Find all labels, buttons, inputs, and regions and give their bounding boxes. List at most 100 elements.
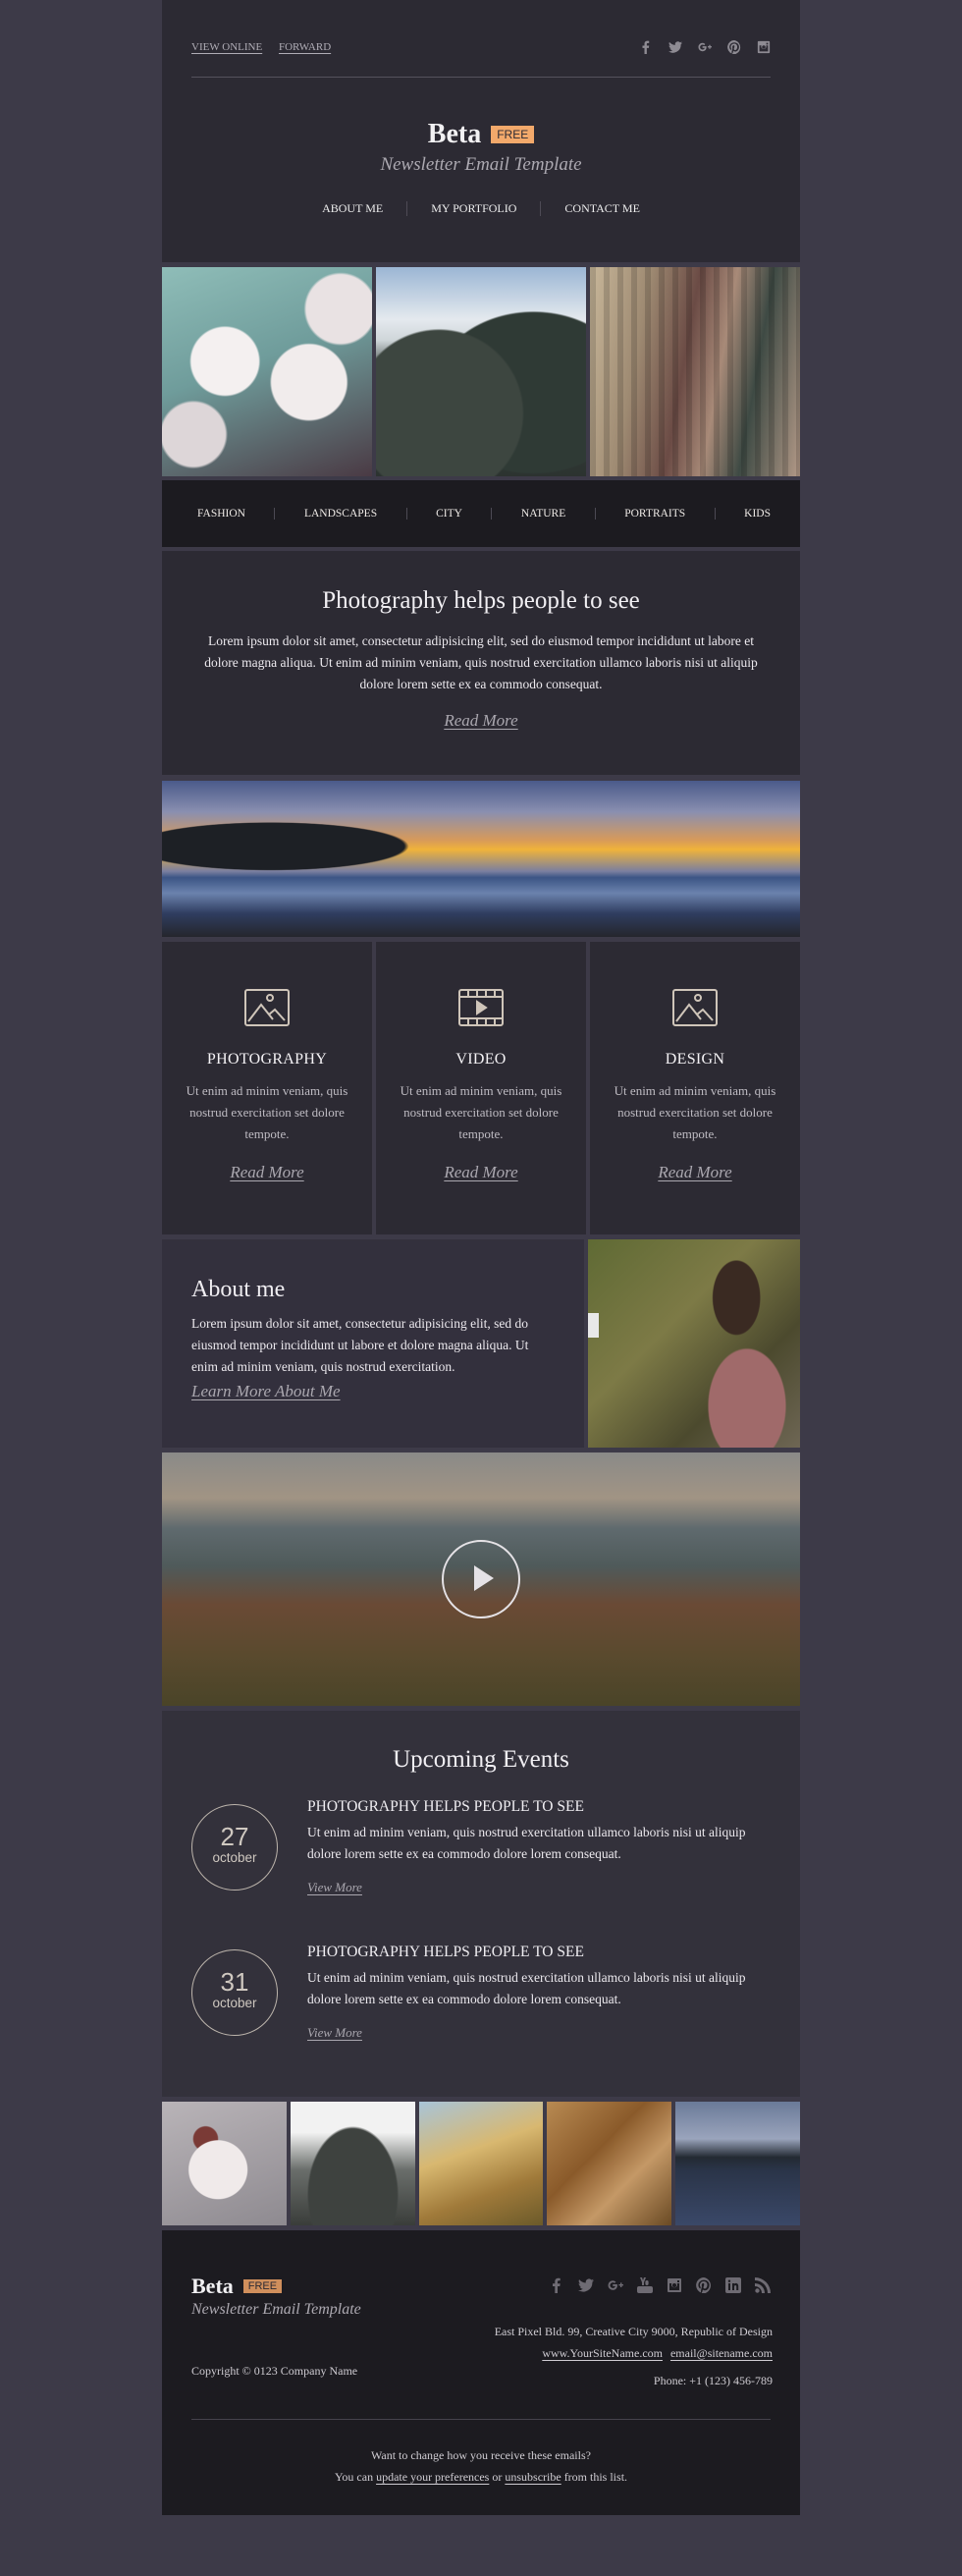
forward-link[interactable]: FORWARD bbox=[279, 41, 331, 53]
video-thumbnail[interactable] bbox=[162, 1452, 800, 1706]
unsubscribe-notice: Want to change how you receive these ema… bbox=[162, 2444, 800, 2488]
hero-gallery bbox=[162, 267, 800, 476]
phone: Phone: +1 (123) 456-789 bbox=[653, 2374, 773, 2387]
event-month: october bbox=[212, 1996, 257, 2010]
footer-social bbox=[549, 2277, 771, 2294]
event-day: 31 bbox=[220, 1967, 249, 1997]
service-title: PHOTOGRAPHY bbox=[206, 1051, 328, 1068]
service-read-more-link[interactable]: Read More bbox=[658, 1163, 731, 1182]
intro-body: Lorem ipsum dolor sit amet, consectetur … bbox=[204, 633, 758, 691]
contact-info: East Pixel Bld. 99, Creative City 9000, … bbox=[495, 2321, 773, 2391]
video-icon bbox=[457, 988, 505, 1027]
category-kids[interactable]: KIDS bbox=[744, 508, 771, 520]
service-body: Ut enim ad minim veniam, quis nostrud ex… bbox=[400, 1083, 562, 1141]
instagram-icon[interactable] bbox=[667, 2277, 682, 2293]
brand: Beta FREE Newsletter Email Template bbox=[162, 78, 800, 176]
website-link[interactable]: www.YourSiteName.com bbox=[542, 2346, 663, 2360]
divider bbox=[594, 508, 596, 520]
learn-more-link[interactable]: Learn More About Me bbox=[191, 1382, 341, 1401]
service-body: Ut enim ad minim veniam, quis nostrud ex… bbox=[614, 1083, 776, 1141]
nav-about-me[interactable]: ABOUT ME bbox=[298, 201, 408, 216]
about-photo bbox=[588, 1239, 800, 1448]
gallery-image-flowers[interactable] bbox=[418, 2102, 544, 2225]
unsubscribe-link[interactable]: unsubscribe bbox=[505, 2470, 561, 2484]
event-title: PHOTOGRAPHY HELPS PEOPLE TO SEE bbox=[307, 1798, 584, 1815]
category-landscapes[interactable]: LANDSCAPES bbox=[304, 508, 377, 520]
about-section: About me Lorem ipsum dolor sit amet, con… bbox=[162, 1239, 800, 1448]
play-button[interactable] bbox=[442, 1540, 520, 1618]
twitter-icon[interactable] bbox=[578, 2277, 594, 2293]
footer: Beta FREE Newsletter Email Template Copy… bbox=[162, 2230, 800, 2515]
footer-tagline: Newsletter Email Template bbox=[191, 2301, 361, 2318]
service-read-more-link[interactable]: Read More bbox=[230, 1163, 303, 1182]
free-badge: FREE bbox=[491, 126, 535, 143]
about-body: Lorem ipsum dolor sit amet, consectetur … bbox=[191, 1316, 529, 1374]
event-month: october bbox=[212, 1850, 257, 1865]
pinterest-icon[interactable] bbox=[727, 40, 741, 55]
events-title: Upcoming Events bbox=[393, 1746, 569, 1773]
event-item: 27 october PHOTOGRAPHY HELPS PEOPLE TO S… bbox=[191, 1798, 771, 1950]
unsub-text: or bbox=[492, 2470, 503, 2484]
hero-image-city[interactable] bbox=[590, 267, 800, 476]
divider bbox=[714, 508, 716, 520]
pinterest-icon[interactable] bbox=[696, 2277, 712, 2294]
facebook-icon[interactable] bbox=[639, 40, 653, 54]
view-online-link[interactable]: VIEW ONLINE bbox=[191, 41, 262, 53]
header-social bbox=[639, 40, 771, 55]
youtube-icon[interactable] bbox=[637, 2277, 653, 2293]
service-photography: PHOTOGRAPHY Ut enim ad minim veniam, qui… bbox=[162, 942, 372, 1234]
brand-name: Beta bbox=[427, 119, 482, 149]
nav-contact-me[interactable]: CONTACT ME bbox=[541, 201, 664, 216]
google-plus-icon[interactable] bbox=[608, 2277, 623, 2293]
service-video: VIDEO Ut enim ad minim veniam, quis nost… bbox=[376, 942, 586, 1234]
event-body: Ut enim ad minim veniam, quis nostrud ex… bbox=[307, 1825, 746, 1861]
divider bbox=[274, 508, 276, 520]
header: VIEW ONLINE FORWARD Beta FREE Newsletter… bbox=[162, 0, 800, 262]
hero-image-trees[interactable] bbox=[376, 267, 586, 476]
image-icon bbox=[671, 988, 719, 1027]
unsubscribe-question: Want to change how you receive these ema… bbox=[371, 2448, 591, 2462]
event-date: 31 october bbox=[191, 1949, 278, 2036]
event-view-more-link[interactable]: View More bbox=[307, 1880, 362, 1894]
google-plus-icon[interactable] bbox=[698, 40, 712, 54]
facebook-icon[interactable] bbox=[549, 2277, 564, 2293]
category-nature[interactable]: NATURE bbox=[521, 508, 565, 520]
divider bbox=[191, 2419, 771, 2420]
category-nav: FASHION LANDSCAPES CITY NATURE PORTRAITS… bbox=[162, 480, 800, 547]
instagram-icon[interactable] bbox=[757, 40, 771, 54]
linkedin-icon[interactable] bbox=[725, 2277, 741, 2293]
copyright: Copyright © 0123 Company Name bbox=[191, 2364, 358, 2378]
event-view-more-link[interactable]: View More bbox=[307, 2025, 362, 2040]
gallery-image-blossom[interactable] bbox=[162, 2102, 287, 2225]
intro-read-more-link[interactable]: Read More bbox=[444, 711, 517, 731]
twitter-icon[interactable] bbox=[668, 40, 682, 54]
gallery-image-lake[interactable] bbox=[675, 2102, 800, 2225]
category-city[interactable]: CITY bbox=[436, 508, 462, 520]
event-item: 31 october PHOTOGRAPHY HELPS PEOPLE TO S… bbox=[191, 1944, 771, 2096]
event-date: 27 october bbox=[191, 1804, 278, 1891]
footer-free-badge: FREE bbox=[242, 2279, 283, 2293]
service-body: Ut enim ad minim veniam, quis nostrud ex… bbox=[186, 1083, 348, 1141]
address: East Pixel Bld. 99, Creative City 9000, … bbox=[494, 2325, 773, 2338]
email-link[interactable]: email@sitename.com bbox=[670, 2346, 773, 2360]
event-day: 27 bbox=[220, 1822, 249, 1851]
gallery-image-ferns[interactable] bbox=[547, 2102, 672, 2225]
divider bbox=[405, 508, 407, 520]
event-title: PHOTOGRAPHY HELPS PEOPLE TO SEE bbox=[307, 1944, 584, 1960]
event-body: Ut enim ad minim veniam, quis nostrud ex… bbox=[307, 1970, 746, 2006]
hero-image-blossoms[interactable] bbox=[162, 267, 372, 476]
service-read-more-link[interactable]: Read More bbox=[444, 1163, 517, 1182]
unsub-text: from this list. bbox=[563, 2470, 628, 2484]
gallery-image-trees[interactable] bbox=[290, 2102, 415, 2225]
category-fashion[interactable]: FASHION bbox=[197, 508, 245, 520]
rss-icon[interactable] bbox=[755, 2277, 771, 2293]
category-portraits[interactable]: PORTRAITS bbox=[624, 508, 685, 520]
service-title: VIDEO bbox=[455, 1051, 507, 1068]
about-title: About me bbox=[191, 1277, 286, 1302]
footer-brand-name: Beta bbox=[191, 2274, 234, 2298]
newsletter: VIEW ONLINE FORWARD Beta FREE Newsletter… bbox=[162, 0, 800, 2515]
intro-section: Photography helps people to see Lorem ip… bbox=[162, 551, 800, 775]
update-preferences-link[interactable]: update your preferences bbox=[376, 2470, 489, 2484]
intro-title: Photography helps people to see bbox=[322, 587, 640, 614]
nav-my-portfolio[interactable]: MY PORTFOLIO bbox=[407, 201, 542, 216]
